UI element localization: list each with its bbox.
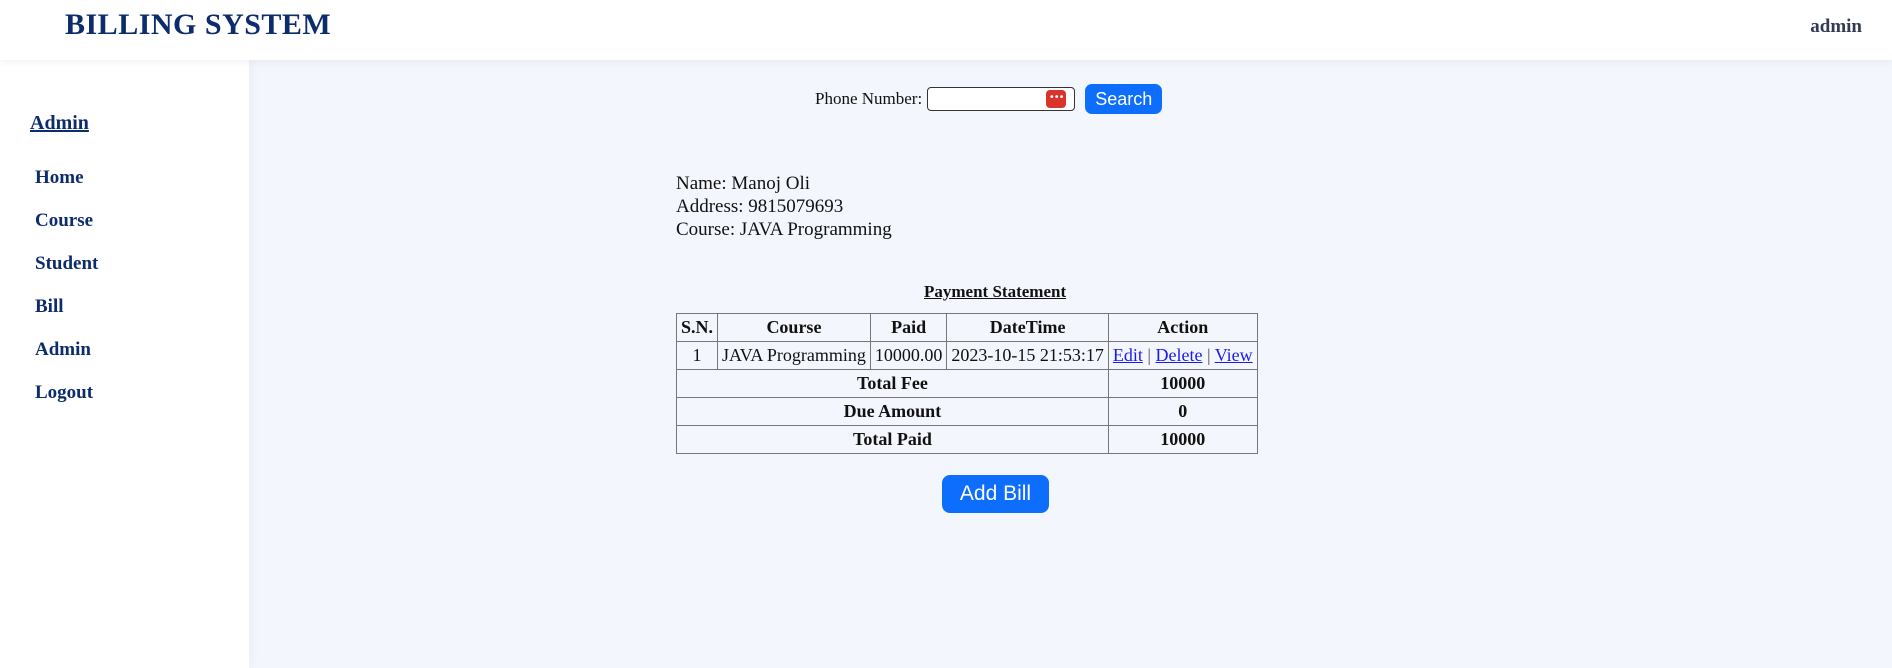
action-separator: | [1206,345,1211,365]
sidebar-item-student[interactable]: Student [35,252,98,295]
sidebar-item-course[interactable]: Course [35,209,98,252]
cell-datetime: 2023-10-15 21:53:17 [946,341,1109,370]
total-paid-value: 10000 [1107,425,1258,454]
sidebar-nav: Home Course Student Bill Admin Logout [35,166,98,424]
total-paid-label: Total Paid [676,425,1109,454]
phone-number-label: Phone Number: [815,89,923,108]
due-amount-row: Due Amount 0 [676,397,1258,426]
phone-number-input[interactable]: ••• [927,87,1076,111]
table-row: 1 JAVA Programming 10000.00 2023-10-15 2… [675,341,1258,370]
sidebar: Admin Home Course Student Bill Admin Log… [0,60,249,668]
cell-course: JAVA Programming [717,341,871,370]
due-amount-label: Due Amount [676,397,1109,426]
action-separator: | [1147,345,1151,365]
student-name: Name: Manoj Oli [676,173,811,194]
password-manager-icon[interactable]: ••• [1046,90,1067,108]
user-name[interactable]: admin [1810,16,1862,38]
column-header-action: Action [1107,313,1258,342]
cell-paid: 10000.00 [869,341,948,370]
view-link[interactable]: View [1215,345,1253,365]
column-header-datetime: DateTime [946,313,1109,342]
edit-link[interactable]: Edit [1113,345,1143,365]
sidebar-item-admin[interactable]: Admin [35,338,98,381]
column-header-paid: Paid [869,313,948,342]
total-fee-row: Total Fee 10000 [676,369,1258,398]
sidebar-item-home[interactable]: Home [35,166,98,209]
total-fee-value: 10000 [1107,369,1258,398]
table-header-row: S.N. Course Paid DateTime Action [675,313,1258,342]
add-bill-button[interactable]: Add Bill [942,475,1049,513]
sidebar-item-logout[interactable]: Logout [35,381,98,424]
app-title: BILLING SYSTEM [65,8,332,41]
due-amount-value: 0 [1107,397,1258,426]
payment-table: S.N. Course Paid DateTime Action 1 JAVA … [675,313,1258,454]
sidebar-title[interactable]: Admin [30,112,89,135]
total-paid-row: Total Paid 10000 [676,425,1258,454]
delete-link[interactable]: Delete [1155,345,1202,365]
sidebar-item-bill[interactable]: Bill [35,295,98,338]
main-content: Phone Number: ••• Search Name: Manoj Oli… [249,60,1892,668]
search-button[interactable]: Search [1085,84,1163,114]
student-info: Name: Manoj Oli Address: 9815079693 Cour… [676,172,892,241]
column-header-sn: S.N. [675,313,719,342]
cell-actions: Edit | Delete | View [1107,341,1258,370]
search-form: Phone Number: ••• Search [815,84,1163,114]
top-bar: BILLING SYSTEM admin [0,0,1892,60]
total-fee-label: Total Fee [676,369,1109,398]
payment-statement-title: Payment Statement [924,282,1067,301]
column-header-course: Course [717,313,871,342]
cell-sn: 1 [675,341,719,370]
student-address: Address: 9815079693 [676,196,844,217]
student-course: Course: JAVA Programming [676,219,892,240]
